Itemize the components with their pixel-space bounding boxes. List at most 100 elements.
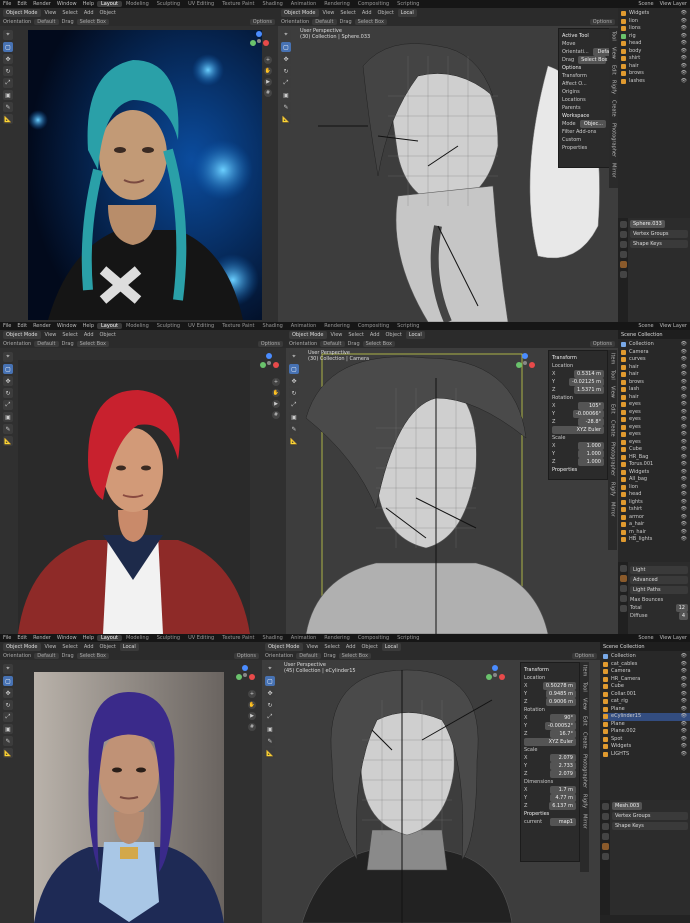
- menu-add[interactable]: Add: [368, 332, 382, 338]
- outliner-item[interactable]: brows 👁: [621, 70, 690, 78]
- menu-render[interactable]: Render: [30, 323, 54, 329]
- menu-file[interactable]: File: [0, 635, 14, 641]
- menu-window[interactable]: Window: [54, 323, 80, 329]
- outliner-item[interactable]: All_bag 👁: [621, 476, 690, 484]
- outliner-item[interactable]: armor 👁: [621, 514, 690, 522]
- mode-dropdown[interactable]: Object Mode: [3, 331, 41, 339]
- visibility-icon[interactable]: 👁: [681, 33, 687, 41]
- menu-edit[interactable]: Edit: [14, 1, 30, 7]
- orientation-dropdown[interactable]: Default: [320, 341, 345, 347]
- transform-orientation-dropdown[interactable]: Local: [405, 331, 425, 339]
- menu-select[interactable]: Select: [60, 644, 79, 650]
- zoom-icon[interactable]: +: [248, 690, 256, 698]
- navigation-gizmo[interactable]: [234, 664, 256, 686]
- move-icon[interactable]: ✥: [265, 688, 275, 698]
- shape-keys-section[interactable]: Shape Keys: [612, 822, 688, 830]
- menu-object[interactable]: Object: [98, 332, 118, 338]
- tab-uv-editing[interactable]: UV Editing: [184, 323, 218, 329]
- visibility-icon[interactable]: 👁: [681, 736, 687, 744]
- outliner-item[interactable]: Widgets 👁: [603, 743, 690, 751]
- menu-view[interactable]: View: [305, 644, 321, 650]
- menu-object[interactable]: Object: [384, 332, 404, 338]
- scale-y-field[interactable]: 2.733: [550, 762, 576, 770]
- tab-animation[interactable]: Animation: [287, 323, 321, 329]
- location-z-field[interactable]: 0.9006 m: [546, 698, 576, 706]
- visibility-icon[interactable]: 👁: [681, 476, 687, 484]
- object-props-icon[interactable]: [601, 823, 609, 830]
- tab-edit[interactable]: Edit: [610, 401, 616, 417]
- rotation-x-field[interactable]: 90°: [550, 714, 576, 722]
- scale-icon[interactable]: ⤢: [289, 400, 299, 410]
- tab-modeling[interactable]: Modeling: [122, 1, 153, 7]
- options-dropdown[interactable]: Options: [233, 653, 259, 659]
- 3d-viewport[interactable]: Object Mode View Select Add Object Local…: [262, 642, 600, 923]
- tab-shading[interactable]: Shading: [258, 323, 286, 329]
- visibility-icon[interactable]: 👁: [681, 536, 687, 544]
- scale-icon[interactable]: ⤢: [265, 712, 275, 722]
- visibility-icon[interactable]: 👁: [681, 661, 687, 669]
- diffuse-bounces-field[interactable]: 4: [678, 612, 688, 620]
- cursor-icon[interactable]: ⌖: [3, 664, 13, 674]
- visibility-icon[interactable]: 👁: [681, 469, 687, 477]
- vertex-groups-section[interactable]: Vertex Groups: [612, 812, 688, 820]
- outliner-item[interactable]: hair 👁: [621, 63, 690, 71]
- outliner-item[interactable]: eCylinder15 👁: [603, 713, 690, 721]
- menu-add[interactable]: Add: [82, 644, 96, 650]
- tab-compositing[interactable]: Compositing: [354, 1, 393, 7]
- cursor-icon[interactable]: ⌖: [289, 352, 299, 362]
- visibility-icon[interactable]: 👁: [681, 439, 687, 447]
- annotate-icon[interactable]: ✎: [281, 102, 291, 112]
- transform-orientation-dropdown[interactable]: Local: [397, 9, 417, 17]
- outliner-item[interactable]: lion 👁: [621, 18, 690, 26]
- tab-create[interactable]: Create: [610, 417, 616, 440]
- tab-layout[interactable]: Layout: [97, 323, 122, 329]
- menu-view[interactable]: View: [43, 10, 59, 16]
- outliner-item[interactable]: lights 👁: [621, 499, 690, 507]
- advanced-section[interactable]: Advanced: [630, 576, 688, 584]
- visibility-icon[interactable]: 👁: [681, 70, 687, 78]
- tab-photographer[interactable]: Photographer: [582, 751, 588, 791]
- visibility-icon[interactable]: 👁: [681, 713, 687, 721]
- visibility-icon[interactable]: 👁: [681, 341, 687, 349]
- tab-modeling[interactable]: Modeling: [122, 635, 153, 641]
- transform-icon[interactable]: ▣: [3, 724, 13, 734]
- menu-edit[interactable]: Edit: [14, 323, 30, 329]
- outliner-item[interactable]: head 👁: [621, 40, 690, 48]
- outliner-item[interactable]: m_hair 👁: [621, 529, 690, 537]
- visibility-icon[interactable]: 👁: [681, 401, 687, 409]
- outliner-item[interactable]: cat_rig 👁: [603, 698, 690, 706]
- tab-compositing[interactable]: Compositing: [354, 635, 393, 641]
- transform-orientation-dropdown[interactable]: Local: [381, 643, 401, 651]
- tab-create[interactable]: Create: [611, 97, 617, 120]
- navigation-gizmo[interactable]: [248, 30, 270, 52]
- transform-icon[interactable]: ▣: [289, 412, 299, 422]
- light-paths-section[interactable]: Light Paths: [630, 586, 688, 594]
- options-header[interactable]: Options: [562, 64, 606, 72]
- location-y-field[interactable]: -0.02125 m: [569, 378, 604, 386]
- mesh-name-field[interactable]: Mesh.003: [612, 802, 643, 810]
- move-tool[interactable]: Move: [562, 40, 606, 48]
- outliner-item[interactable]: Plane 👁: [603, 721, 690, 729]
- visibility-icon[interactable]: 👁: [681, 484, 687, 492]
- tab-texture-paint[interactable]: Texture Paint: [218, 635, 258, 641]
- outliner-item[interactable]: LIGHTS 👁: [603, 751, 690, 759]
- scale-z-field[interactable]: 2.079: [550, 770, 576, 778]
- tab-rigify[interactable]: Rigify: [582, 791, 588, 811]
- visibility-icon[interactable]: 👁: [681, 424, 687, 432]
- outliner-item[interactable]: hair 👁: [621, 364, 690, 372]
- outliner-item[interactable]: lash 👁: [621, 386, 690, 394]
- menu-add[interactable]: Add: [82, 332, 96, 338]
- visibility-icon[interactable]: 👁: [681, 676, 687, 684]
- 3d-viewport[interactable]: Object Mode View Select Add Object Local…: [286, 330, 618, 634]
- properties-editor[interactable]: Light Advanced Light Paths Max Bounces T…: [618, 562, 690, 634]
- visibility-icon[interactable]: 👁: [681, 668, 687, 676]
- visibility-icon[interactable]: 👁: [681, 653, 687, 661]
- menu-object[interactable]: Object: [360, 644, 380, 650]
- tab-texture-paint[interactable]: Texture Paint: [218, 323, 258, 329]
- render-viewport[interactable]: Object Mode View Select Add Object Orien…: [0, 8, 278, 322]
- tab-view[interactable]: View: [610, 383, 616, 401]
- menu-view[interactable]: View: [321, 10, 337, 16]
- render-viewport[interactable]: Object Mode View Select Add Object Local…: [0, 642, 262, 923]
- outliner-item[interactable]: cat_cables 👁: [603, 661, 690, 669]
- grid-icon[interactable]: #: [248, 723, 256, 731]
